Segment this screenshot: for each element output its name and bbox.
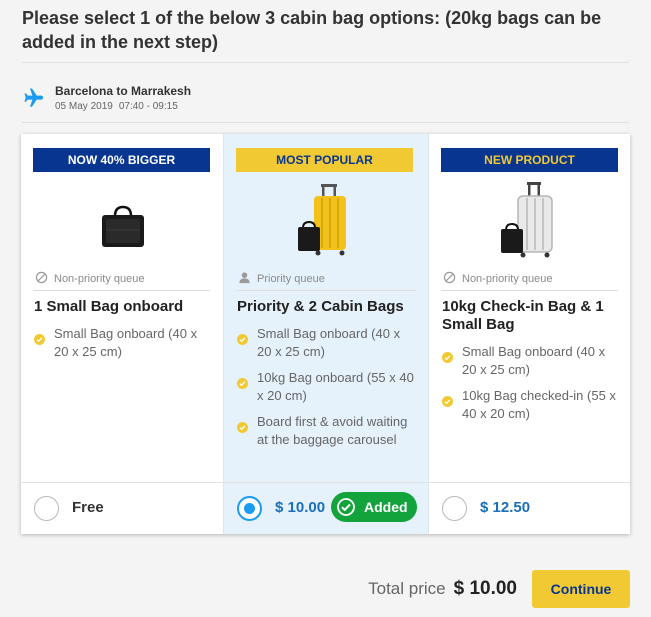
queue-label: Non-priority queue (54, 273, 145, 285)
feature-list: Small Bag onboard (40 x 20 x 25 cm) 10kg… (237, 325, 417, 457)
total-price-value: $ 10.00 (453, 578, 517, 599)
feature-item: 10kg Bag onboard (55 x 40 x 20 cm) (237, 369, 417, 405)
option-price: Free (72, 499, 104, 516)
check-icon (237, 334, 248, 345)
bag-option-small[interactable]: NOW 40% BIGGER Non-priority queue 1 Smal… (21, 134, 224, 534)
priority-bags-image (298, 184, 346, 256)
option-badge: MOST POPULAR (236, 148, 413, 172)
option-select-row[interactable]: $ 12.50 (429, 482, 630, 534)
feature-item: 10kg Bag checked-in (55 x 40 x 20 cm) (442, 387, 622, 423)
option-badge: NEW PRODUCT (441, 148, 618, 172)
bag-option-priority[interactable]: MOST POPULAR Priority queue Priority & 2… (223, 134, 429, 534)
flight-route: Barcelona to Marrakesh (55, 84, 192, 98)
divider (236, 290, 416, 291)
check-icon (237, 422, 248, 433)
option-radio[interactable] (34, 496, 59, 521)
option-title: 1 Small Bag onboard (34, 298, 184, 315)
person-icon (239, 272, 250, 284)
page-title: Please select 1 of the below 3 cabin bag… (22, 8, 602, 52)
small-bag-image (101, 205, 144, 247)
feature-list: Small Bag onboard (40 x 20 x 25 cm) (34, 325, 214, 369)
bag-option-checkin[interactable]: NEW PRODUCT Non-priority queue 10kg Chec… (429, 134, 630, 534)
total-price-label: Total price (368, 579, 446, 598)
check-icon (34, 334, 45, 345)
feature-item: Small Bag onboard (40 x 20 x 25 cm) (237, 325, 417, 361)
option-radio[interactable] (442, 496, 467, 521)
continue-button[interactable]: Continue (532, 570, 630, 608)
option-badge: NOW 40% BIGGER (33, 148, 210, 172)
queue-type: Non-priority queue (35, 271, 145, 285)
feature-item: Small Bag onboard (40 x 20 x 25 cm) (442, 343, 622, 379)
check-icon (442, 352, 453, 363)
bag-options: NOW 40% BIGGER Non-priority queue 1 Smal… (21, 134, 630, 534)
queue-type: Priority queue (238, 271, 325, 285)
check-icon (442, 396, 453, 407)
queue-label: Priority queue (257, 273, 325, 285)
option-select-row[interactable]: $ 10.00 Added (224, 482, 428, 534)
check-icon (237, 378, 248, 389)
feature-list: Small Bag onboard (40 x 20 x 25 cm) 10kg… (442, 343, 622, 431)
divider (22, 122, 629, 123)
divider (22, 62, 629, 63)
added-badge: Added (331, 492, 417, 522)
divider (441, 290, 618, 291)
airplane-icon (24, 88, 43, 107)
queue-label: Non-priority queue (462, 273, 553, 285)
checkin-bags-image (500, 182, 553, 258)
flight-date: 05 May 2019 (55, 101, 113, 112)
option-price: $ 10.00 (275, 499, 326, 516)
no-priority-icon (443, 271, 456, 284)
check-circle-icon (337, 498, 355, 516)
added-label: Added (364, 499, 408, 515)
option-select-row[interactable]: Free (21, 482, 224, 534)
divider (33, 290, 210, 291)
option-price: $ 12.50 (480, 499, 531, 516)
flight-date-time: 05 May 2019 07:40 - 09:15 (55, 101, 184, 112)
feature-item: Board first & avoid waiting at the bagga… (237, 413, 417, 449)
option-title: 10kg Check-in Bag & 1 Small Bag (442, 298, 604, 333)
flight-time: 07:40 - 09:15 (118, 101, 178, 112)
total-price: Total price $ 10.00 (368, 578, 517, 600)
queue-type: Non-priority queue (443, 271, 553, 285)
option-radio[interactable] (237, 496, 262, 521)
feature-item: Small Bag onboard (40 x 20 x 25 cm) (34, 325, 214, 361)
no-priority-icon (35, 271, 48, 284)
option-title: Priority & 2 Cabin Bags (237, 298, 404, 315)
